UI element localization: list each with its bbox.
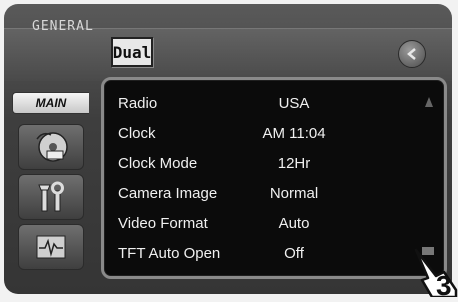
settings-button[interactable] — [18, 174, 84, 220]
setting-row-radio[interactable]: Radio USA — [104, 89, 404, 119]
disc-source-button[interactable] — [18, 124, 84, 170]
display-button[interactable] — [18, 224, 84, 270]
main-tab[interactable]: MAIN — [12, 92, 89, 114]
header-strip — [4, 28, 452, 81]
scroll-up-arrow-icon[interactable] — [424, 96, 434, 108]
disc-dvd-icon — [36, 132, 68, 162]
waveform-icon — [36, 235, 66, 259]
setting-value: Auto — [278, 215, 310, 232]
setting-row-camera-image[interactable]: Camera Image Normal — [104, 179, 404, 209]
setting-value: Normal — [269, 185, 319, 202]
setting-value: 12Hr — [277, 155, 311, 172]
back-arrow-icon — [407, 48, 416, 60]
setting-label: Clock — [118, 125, 156, 142]
back-button[interactable] — [398, 40, 426, 68]
step-number: 3 — [436, 270, 452, 301]
setting-value: Off — [284, 245, 304, 262]
setting-label: Clock Mode — [118, 155, 198, 172]
setting-row-video-format[interactable]: Video Format Auto — [104, 209, 404, 239]
setting-label: TFT Auto Open — [118, 245, 221, 262]
setting-label: Camera Image — [118, 185, 218, 202]
setting-row-tft-auto-open[interactable]: TFT Auto Open Off — [104, 239, 404, 269]
setting-label: Radio — [118, 95, 158, 112]
setting-row-clock-mode[interactable]: Clock Mode 12Hr — [104, 149, 404, 179]
settings-panel: Radio USA Clock AM 11:04 Clock Mode 12Hr… — [101, 77, 447, 279]
setting-value: AM 11:04 — [262, 125, 326, 142]
dual-logo: Dual — [111, 37, 153, 67]
setting-value: USA — [278, 95, 310, 112]
section-title: GENERAL — [32, 19, 94, 34]
setting-row-clock[interactable]: Clock AM 11:04 — [104, 119, 404, 149]
tools-icon — [38, 181, 64, 212]
setting-label: Video Format — [118, 215, 208, 232]
